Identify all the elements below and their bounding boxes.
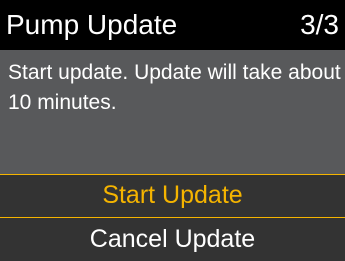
start-update-button[interactable]: Start Update: [0, 174, 345, 218]
cancel-update-button[interactable]: Cancel Update: [0, 218, 345, 261]
header-bar: Pump Update 3/3: [0, 0, 345, 50]
step-indicator: 3/3: [300, 9, 339, 40]
cancel-update-label: Cancel Update: [89, 225, 256, 253]
pump-screen: Pump Update 3/3 Start update. Update wil…: [0, 0, 345, 261]
start-update-label: Start Update: [102, 181, 243, 209]
screen-title: Pump Update: [6, 9, 178, 40]
message-text: Start update. Update will take about 10 …: [8, 61, 341, 114]
message-panel: Start update. Update will take about 10 …: [0, 50, 345, 174]
